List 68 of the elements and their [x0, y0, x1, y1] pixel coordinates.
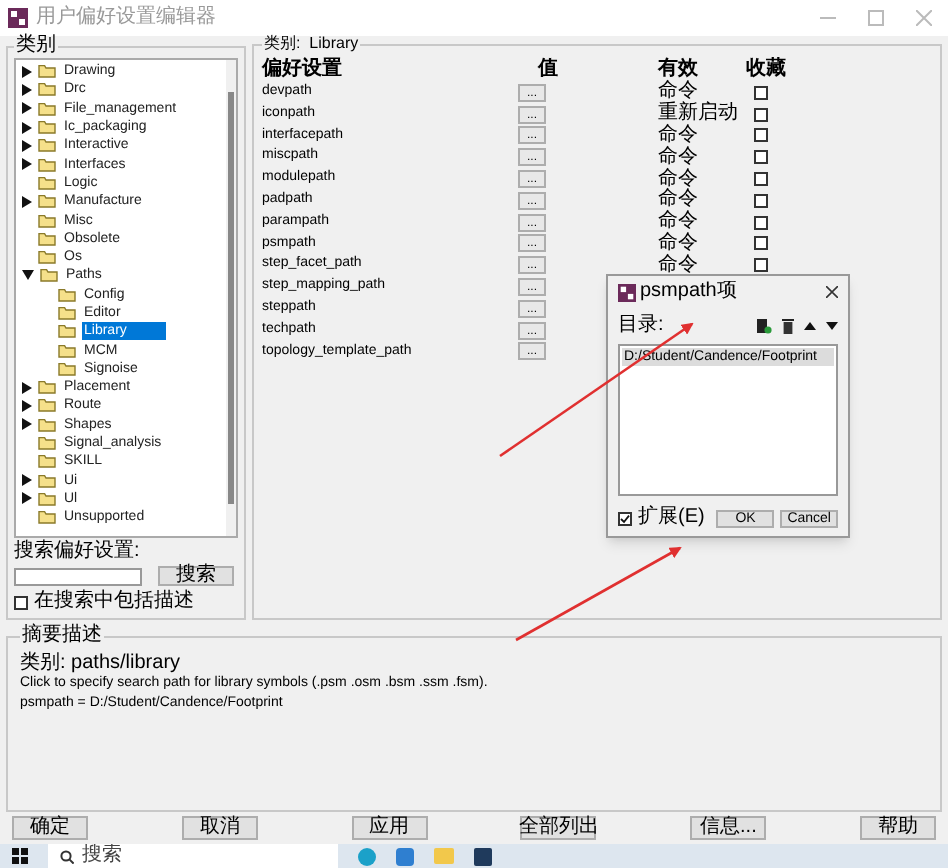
expand-arrow-icon[interactable]: [22, 121, 32, 134]
search-field[interactable]: [14, 567, 142, 585]
effective-text: 命令: [658, 125, 700, 146]
expand-arrow-icon[interactable]: [22, 492, 32, 505]
effective-text: 命令: [658, 82, 699, 103]
scrollbar[interactable]: [226, 60, 236, 536]
panel-legend: 类别: [14, 36, 58, 56]
effective-text: 命令: [658, 189, 700, 211]
expand-arrow-icon[interactable]: [22, 139, 32, 152]
effective-text: 命令: [658, 233, 700, 254]
column-header: 收藏: [746, 60, 788, 82]
new-folder-icon[interactable]: [756, 318, 772, 334]
column-header: 有效: [658, 60, 700, 80]
directory-label: 目录:: [618, 316, 664, 336]
taskbar-search-field[interactable]: 搜索: [48, 844, 338, 868]
include-description-checkbox[interactable]: [14, 595, 28, 609]
checkbox-label: 在搜索中包括描述: [34, 592, 194, 612]
effective-text: 命令: [658, 146, 700, 168]
expand-arrow-icon[interactable]: [22, 381, 32, 394]
favorite-checkbox[interactable]: [754, 107, 768, 122]
favorite-checkbox[interactable]: [754, 193, 768, 208]
dialog-button[interactable]: 帮助: [859, 816, 936, 840]
expand-arrow-icon[interactable]: [22, 65, 32, 78]
collapse-arrow-icon[interactable]: [22, 270, 34, 281]
panel-legend: 类别: Library: [262, 36, 361, 52]
expand-arrow-icon[interactable]: [22, 418, 32, 431]
expand-arrow-icon[interactable]: [22, 399, 32, 412]
dialog-button[interactable]: 取消: [181, 816, 258, 840]
favorite-checkbox[interactable]: [754, 85, 768, 100]
favorite-checkbox[interactable]: [754, 215, 768, 230]
delete-icon[interactable]: [782, 318, 794, 334]
search-placeholder: 搜索: [82, 846, 122, 866]
expand-arrow-icon[interactable]: [22, 195, 32, 208]
app-icon: [618, 283, 636, 301]
move-up-icon[interactable]: [804, 322, 816, 330]
app-icon: [8, 8, 28, 28]
effective-text: 命令: [658, 254, 700, 277]
dialog-button[interactable]: 信息...: [690, 816, 767, 840]
search-icon: [60, 849, 74, 863]
effective-text: 命令: [658, 211, 700, 233]
expand-arrow-icon[interactable]: [22, 83, 32, 96]
dialog-button[interactable]: 应用: [351, 816, 428, 840]
favorite-checkbox[interactable]: [754, 258, 768, 273]
windows-start-icon[interactable]: [12, 848, 28, 864]
effective-text: 命令: [658, 168, 700, 190]
expand-checkbox[interactable]: [618, 511, 632, 525]
favorite-checkbox[interactable]: [754, 150, 768, 165]
app-taskbar-icon[interactable]: [474, 847, 492, 865]
column-header: 值: [535, 60, 560, 82]
favorite-checkbox[interactable]: [754, 172, 768, 187]
effective-text: 重新启动: [658, 103, 740, 125]
search-label: 搜索偏好设置:: [14, 542, 142, 562]
favorite-checkbox[interactable]: [754, 236, 768, 251]
move-down-icon[interactable]: [826, 322, 838, 330]
column-header: 偏好设置: [262, 60, 344, 82]
description-line: 类别: paths/library: [20, 654, 183, 674]
expand-label: 扩展(E): [638, 508, 705, 528]
panel-legend: 摘要描述: [20, 626, 104, 646]
dialog-title: psmpath项: [640, 282, 737, 302]
search-button[interactable]: 搜索: [158, 566, 234, 586]
window-title: 用户偏好设置编辑器: [36, 8, 216, 28]
dialog-button[interactable]: 确定: [12, 816, 88, 840]
dialog-button[interactable]: 全部列出: [520, 816, 597, 840]
close-icon[interactable]: [826, 286, 838, 298]
expand-arrow-icon[interactable]: [22, 474, 32, 487]
expand-arrow-icon[interactable]: [22, 102, 32, 115]
expand-arrow-icon[interactable]: [22, 158, 32, 171]
favorite-checkbox[interactable]: [754, 128, 768, 143]
